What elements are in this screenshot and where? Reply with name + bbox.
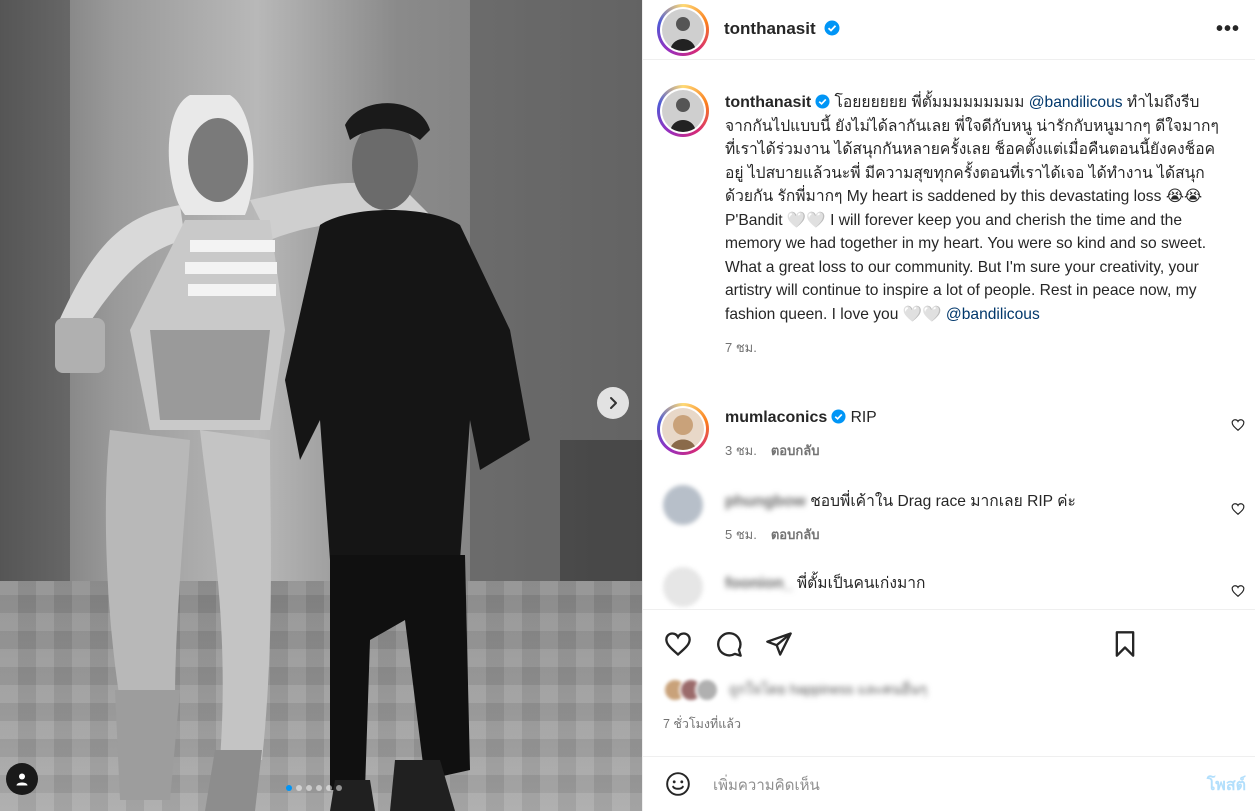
commenter-avatar[interactable] [663, 485, 703, 525]
verified-badge-icon [824, 20, 840, 36]
post-comment-button[interactable]: โพสต์ [1207, 773, 1246, 798]
tagged-users-button[interactable] [6, 763, 38, 795]
carousel-dot [316, 785, 322, 791]
reply-button[interactable]: ตอบกลับ [771, 443, 820, 458]
author-username[interactable]: tonthanasit [724, 19, 816, 38]
photo-figures [55, 95, 530, 811]
bookmark-icon[interactable] [1111, 630, 1139, 658]
comment-text: ชอบพี่เค้าใน Drag race มากเลย RIP ค่ะ [810, 493, 1076, 510]
more-horizontal-icon: ••• [1215, 18, 1240, 40]
carousel-dots [286, 785, 342, 791]
heart-icon[interactable] [664, 630, 692, 658]
verified-badge-icon [815, 94, 830, 109]
carousel-dot [306, 785, 312, 791]
commenter-username[interactable]: foonion_ [725, 575, 793, 592]
caption-text-2: ทำไมถึงรีบจากกันไปแบบนี้ ยังไม่ได้ลากันเ… [725, 94, 1219, 323]
post-actions: ถูกใจโดย happiness และคนอื่นๆ 7 ชั่วโมงท… [643, 609, 1255, 811]
carousel-dot [326, 785, 332, 791]
add-comment-bar: โพสต์ [643, 756, 1255, 811]
comments-scroll-area[interactable]: tonthanasit โอยยยยยย พี่ตั้มมมมมมมมม @ba… [643, 61, 1255, 609]
commenter-avatar[interactable] [663, 567, 703, 607]
carousel-dot-active [286, 785, 292, 791]
carousel-dot [336, 785, 342, 791]
reply-button[interactable]: ตอบกลับ [771, 527, 820, 542]
liker-avatar [695, 678, 719, 702]
caption-username[interactable]: tonthanasit [725, 94, 811, 111]
more-options-button[interactable]: ••• [1216, 18, 1240, 41]
user-icon [16, 773, 28, 786]
post-side-panel: tonthanasit ••• tonthanasit โอยยยยยย พี่… [642, 0, 1255, 811]
comment-text: พี่ตั้มเป็นคนเก่งมาก [796, 575, 926, 592]
post-header: tonthanasit ••• [643, 0, 1255, 60]
verified-badge-icon [831, 409, 846, 424]
caption-time[interactable]: 7 ชม. [725, 340, 757, 355]
comment-item: mumlaconics RIP 3 ชม. ตอบกลับ [643, 403, 1255, 473]
next-photo-button[interactable] [597, 387, 629, 419]
post-time-ago[interactable]: 7 ชั่วโมงที่แล้ว [663, 714, 741, 734]
likes-text[interactable]: ถูกใจโดย happiness และคนอื่นๆ [729, 679, 927, 701]
share-icon[interactable] [765, 630, 793, 658]
comment-item: foonion_ พี่ตั้มเป็นคนเก่งมาก [643, 567, 1255, 609]
emoji-icon[interactable] [665, 771, 691, 797]
comment-item: phungbow ชอบพี่เค้าใน Drag race มากเลย R… [643, 485, 1255, 555]
comment-text: RIP [850, 409, 877, 426]
commenter-avatar[interactable] [657, 403, 709, 455]
comment-time[interactable]: 3 ชม. [725, 443, 757, 458]
caption-mention-link[interactable]: @bandilicous [946, 306, 1040, 323]
comment-heart-icon[interactable] [1231, 418, 1245, 432]
post-photo[interactable] [0, 0, 642, 811]
comment-heart-icon[interactable] [1231, 584, 1245, 598]
caption: tonthanasit โอยยยยยย พี่ตั้มมมมมมมมม @ba… [725, 91, 1225, 360]
likes-summary[interactable]: ถูกใจโดย happiness และคนอื่นๆ [663, 678, 927, 702]
caption-text-1: โอยยยยยย พี่ตั้มมมมมมมมม [830, 94, 1029, 111]
comment-input[interactable] [713, 767, 1173, 803]
chevron-right-icon [610, 397, 617, 409]
commenter-username[interactable]: mumlaconics [725, 409, 827, 426]
comment-heart-icon[interactable] [1231, 502, 1245, 516]
caption-mention-link[interactable]: @bandilicous [1029, 94, 1123, 111]
author-avatar[interactable] [657, 4, 709, 56]
carousel-dot [296, 785, 302, 791]
comment-icon[interactable] [715, 630, 743, 658]
commenter-username[interactable]: phungbow [725, 493, 806, 510]
caption-author-avatar[interactable] [657, 85, 709, 137]
comment-time[interactable]: 5 ชม. [725, 527, 757, 542]
